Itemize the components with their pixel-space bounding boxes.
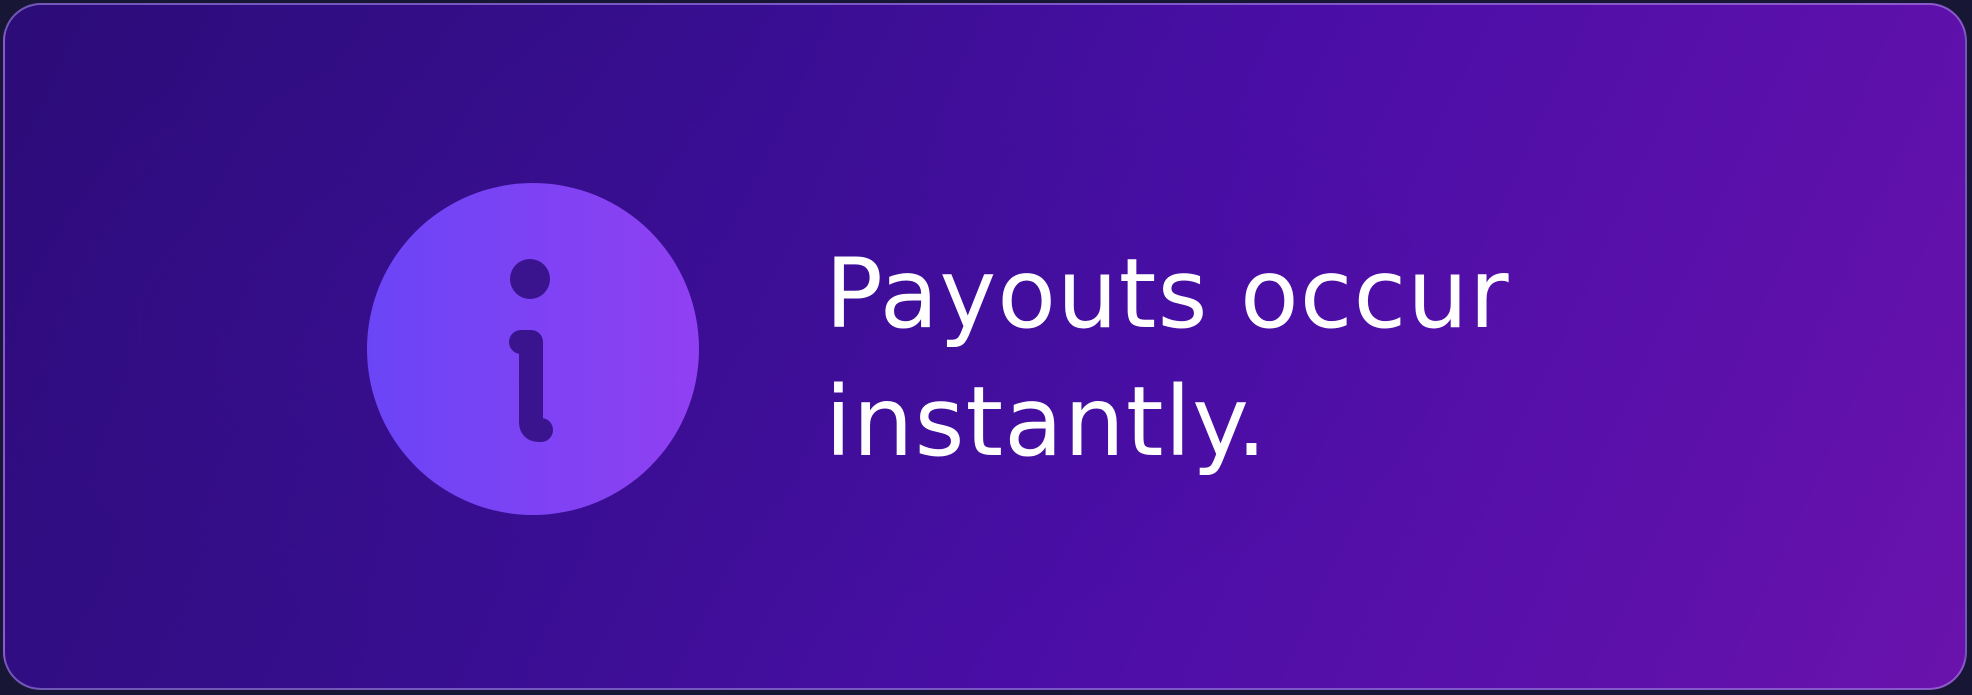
info-notice-card: Payouts occur instantly.	[3, 3, 1967, 690]
notice-message: Payouts occur instantly.	[825, 238, 1510, 478]
info-icon	[366, 182, 700, 516]
